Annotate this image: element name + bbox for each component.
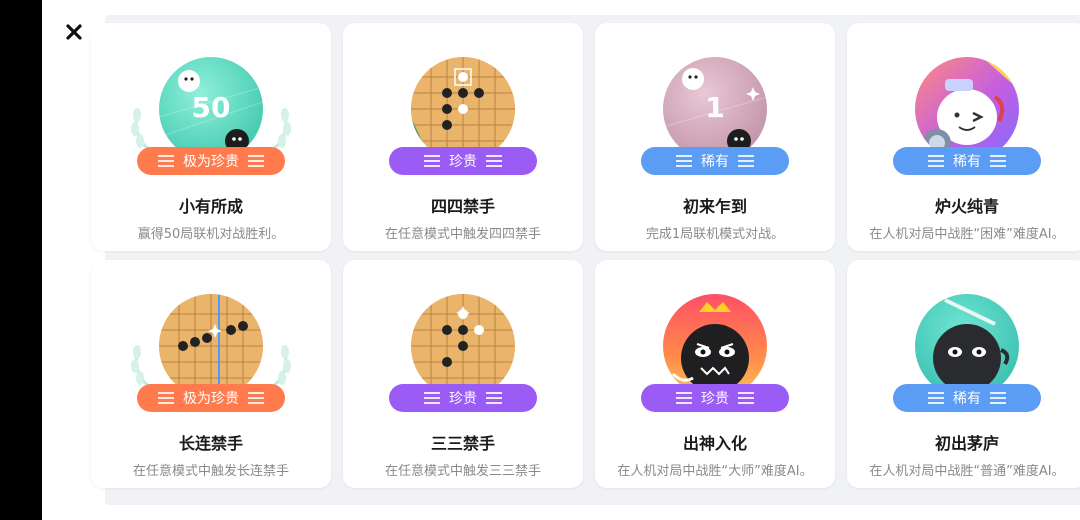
badge-area: 珍贵 — [343, 53, 583, 175]
achievement-description: 在任意模式中触发四四禁手 — [384, 227, 541, 242]
rarity-label: 极为珍贵 — [183, 391, 239, 407]
badge-area: 稀有 — [847, 290, 1080, 412]
rarity-badge: 珍贵 — [389, 147, 537, 175]
rarity-label: 珍贵 — [701, 391, 729, 407]
badge-area: 珍贵 — [595, 290, 835, 412]
decor-lines-icon — [486, 155, 502, 167]
badge-area: 稀有 — [847, 53, 1080, 175]
decor-lines-icon — [158, 392, 174, 404]
achievement-description: 在任意模式中触发三三禁手 — [384, 464, 541, 479]
achievement-title: 炉火纯青 — [934, 197, 999, 216]
decor-lines-icon — [676, 392, 692, 404]
badge-master-ai-icon — [663, 294, 767, 398]
rarity-label: 稀有 — [953, 154, 981, 170]
badge-hard-ai-icon — [915, 57, 1019, 161]
achievement-description: 在人机对局中战胜“困难”难度AI。 — [869, 227, 1065, 242]
achievement-title: 初来乍到 — [682, 197, 747, 216]
rarity-label: 珍贵 — [449, 154, 477, 170]
achievement-card-3[interactable]: 1 稀有 初来乍到 完成1局联机模式对战。 — [595, 23, 835, 251]
decor-lines-icon — [158, 155, 174, 167]
badge-50-wins-icon: 50 — [159, 57, 263, 161]
achievement-title: 初出茅庐 — [934, 434, 999, 453]
badge-number: 50 — [191, 91, 231, 124]
laurel-right-icon — [272, 108, 291, 151]
badge-board-icon — [411, 294, 515, 398]
achievement-card-8[interactable]: 稀有 初出茅庐 在人机对局中战胜“普通”难度AI。 — [847, 260, 1080, 488]
decor-lines-icon — [990, 155, 1006, 167]
rarity-label: 极为珍贵 — [183, 154, 239, 170]
decor-lines-icon — [248, 392, 264, 404]
achievement-description: 在任意模式中触发长连禁手 — [132, 464, 289, 479]
close-icon — [66, 24, 82, 40]
decor-lines-icon — [738, 155, 754, 167]
achievement-title: 小有所成 — [178, 197, 243, 216]
rarity-badge: 极为珍贵 — [137, 147, 285, 175]
laurel-left-icon — [131, 108, 150, 151]
decor-lines-icon — [990, 392, 1006, 404]
achievement-card-2[interactable]: 珍贵 四四禁手 在任意模式中触发四四禁手 — [343, 23, 583, 251]
badge-area: 珍贵 — [343, 290, 583, 412]
rarity-badge: 珍贵 — [641, 384, 789, 412]
rarity-badge: 珍贵 — [389, 384, 537, 412]
decor-lines-icon — [486, 392, 502, 404]
decor-lines-icon — [676, 155, 692, 167]
badge-area: 极为珍贵 — [91, 290, 331, 412]
decor-lines-icon — [424, 392, 440, 404]
badge-area: 50 极为珍贵 — [91, 53, 331, 175]
achievement-card-1[interactable]: 50 极为珍贵 小有所成 赢得50局联机对战胜利。 — [91, 23, 331, 251]
achievement-card-5[interactable]: 极为珍贵 长连禁手 在任意模式中触发长连禁手 — [91, 260, 331, 488]
decor-lines-icon — [738, 392, 754, 404]
rarity-badge: 极为珍贵 — [137, 384, 285, 412]
achievement-description: 在人机对局中战胜“普通”难度AI。 — [869, 464, 1065, 479]
decor-lines-icon — [928, 155, 944, 167]
achievement-description: 赢得50局联机对战胜利。 — [137, 227, 285, 242]
rarity-badge: 稀有 — [893, 147, 1041, 175]
achievement-title: 四四禁手 — [430, 197, 495, 216]
achievement-description: 在人机对局中战胜“大师”难度AI。 — [617, 464, 813, 479]
badge-first-match-icon: 1 — [663, 57, 767, 161]
close-button[interactable] — [60, 18, 88, 46]
badge-area: 1 稀有 — [595, 53, 835, 175]
rarity-label: 珍贵 — [449, 391, 477, 407]
achievement-title: 三三禁手 — [430, 434, 495, 453]
achievement-description: 完成1局联机模式对战。 — [645, 227, 785, 242]
decor-lines-icon — [424, 155, 440, 167]
achievement-title: 长连禁手 — [178, 434, 243, 453]
decor-lines-icon — [248, 155, 264, 167]
badge-number: 1 — [705, 91, 725, 124]
achievement-card-7[interactable]: 珍贵 出神入化 在人机对局中战胜“大师”难度AI。 — [595, 260, 835, 488]
laurel-right-icon — [272, 345, 291, 388]
badge-normal-ai-icon — [915, 294, 1019, 398]
rarity-badge: 稀有 — [893, 384, 1041, 412]
badge-board-icon — [411, 57, 515, 161]
decor-lines-icon — [928, 392, 944, 404]
laurel-left-icon — [131, 345, 150, 388]
achievement-card-4[interactable]: 稀有 炉火纯青 在人机对局中战胜“困难”难度AI。 — [847, 23, 1080, 251]
rarity-badge: 稀有 — [641, 147, 789, 175]
badge-board-icon — [159, 294, 263, 398]
rarity-label: 稀有 — [701, 154, 729, 170]
rarity-label: 稀有 — [953, 391, 981, 407]
achievement-title: 出神入化 — [682, 434, 747, 453]
achievement-card-6[interactable]: 珍贵 三三禁手 在任意模式中触发三三禁手 — [343, 260, 583, 488]
